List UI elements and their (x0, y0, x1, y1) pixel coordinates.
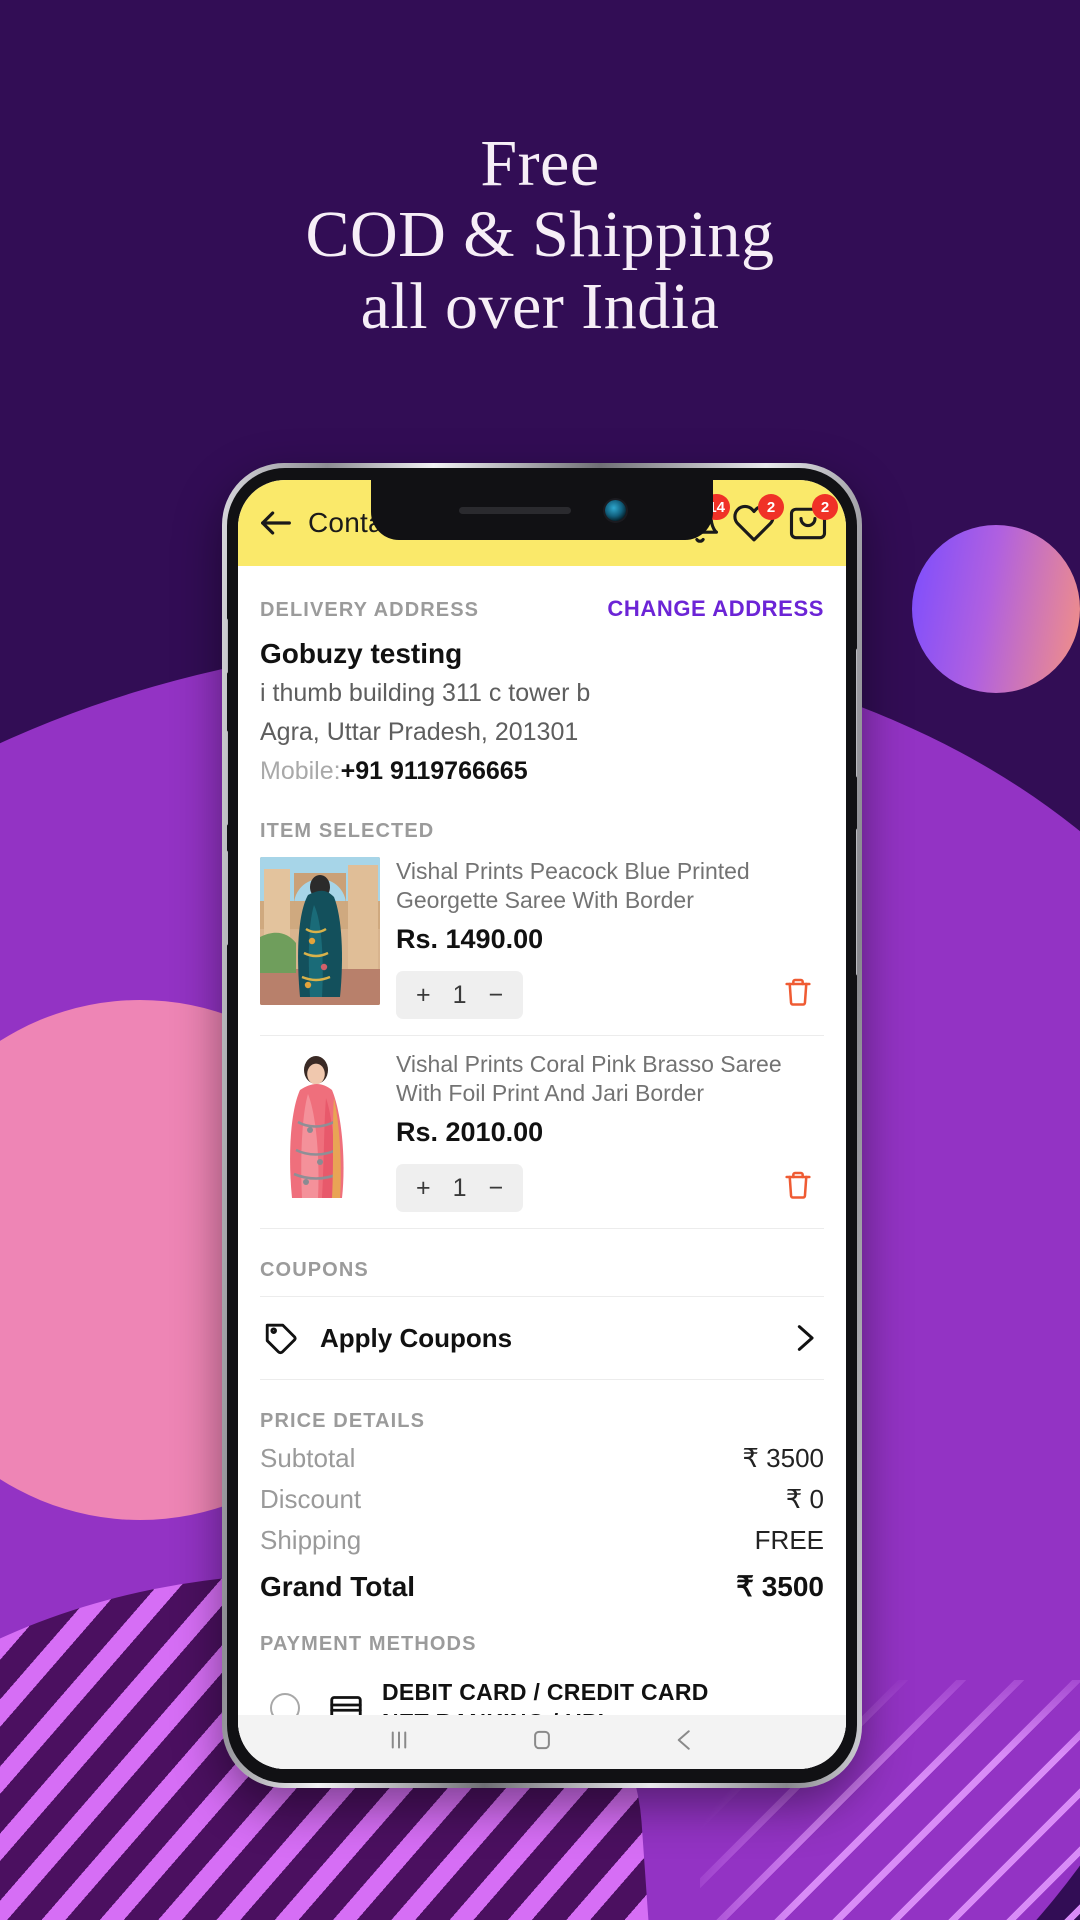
apply-coupons-label: Apply Coupons (320, 1322, 513, 1353)
delivery-address-header: DELIVERY ADDRESS CHANGE ADDRESS (260, 566, 824, 622)
decrease-quantity-button[interactable]: − (489, 982, 504, 1008)
phone-button-power (856, 648, 857, 778)
phone-button-bixby (227, 618, 228, 674)
back-arrow-icon[interactable] (256, 503, 296, 543)
coupons-label: COUPONS (260, 1259, 369, 1282)
phone-screen: Contact Details 14 (238, 480, 846, 1769)
price-row-grand-total: Grand Total ₹ 3500 (260, 1570, 824, 1603)
phone-notch (371, 480, 713, 540)
delivery-mobile-label: Mobile: (260, 757, 341, 785)
delivery-mobile: Mobile:+91 9119766665 (260, 757, 824, 786)
quantity-stepper[interactable]: + 1 − (396, 971, 524, 1020)
quantity-stepper[interactable]: + 1 − (396, 1164, 524, 1213)
promo-headline: Free COD & Shipping all over India (0, 128, 1080, 342)
product-price: Rs. 1490.00 (396, 924, 544, 955)
product-price: Rs. 2010.00 (396, 1117, 544, 1148)
delivery-address-label: DELIVERY ADDRESS (260, 599, 480, 621)
phone-button-side (856, 828, 857, 976)
grand-total-value: ₹ 3500 (736, 1571, 824, 1603)
phone-button-vol-up (227, 730, 228, 826)
trash-icon[interactable] (782, 976, 814, 1014)
delivery-address-line2: Agra, Uttar Pradesh, 201301 (260, 717, 579, 746)
price-value: ₹ 3500 (742, 1443, 824, 1474)
price-details-label: PRICE DETAILS (260, 1410, 426, 1433)
price-label: Subtotal (260, 1443, 356, 1474)
increase-quantity-button[interactable]: + (416, 982, 431, 1008)
delivery-mobile-value: +91 9119766665 (340, 757, 528, 785)
price-label: Shipping (260, 1525, 362, 1556)
promo-headline-line2: COD & Shipping (305, 198, 775, 272)
payment-methods-label: PAYMENT METHODS (260, 1633, 477, 1656)
price-row-discount: Discount ₹ 0 (260, 1484, 824, 1515)
product-image[interactable] (260, 1050, 380, 1199)
home-icon[interactable] (527, 1725, 557, 1760)
earpiece-speaker (458, 506, 571, 514)
decrease-quantity-button[interactable]: − (489, 1175, 504, 1201)
payment-option-line1: DEBIT CARD / CREDIT CARD (382, 1679, 709, 1706)
promo-headline-line3: all over India (360, 269, 720, 343)
promo-headline-line1: Free (480, 127, 600, 200)
product-title: Vishal Prints Peacock Blue Printed Georg… (396, 858, 750, 913)
quantity-value: 1 (452, 1173, 467, 1202)
phone-mockup: Contact Details 14 (222, 463, 862, 1788)
phone-button-vol-dn (227, 850, 228, 946)
tag-icon (262, 1319, 300, 1357)
cart-badge: 2 (812, 494, 838, 520)
product-controls: + 1 − (396, 1164, 824, 1213)
increase-quantity-button[interactable]: + (416, 1175, 431, 1201)
product-details: Vishal Prints Coral Pink Brasso Saree Wi… (380, 1050, 824, 1213)
wishlist-badge: 2 (758, 494, 784, 520)
product-title: Vishal Prints Coral Pink Brasso Saree Wi… (396, 1051, 782, 1106)
delivery-recipient-name: Gobuzy testing (260, 638, 463, 669)
product-controls: + 1 − (396, 971, 824, 1020)
price-row-shipping: Shipping FREE (260, 1525, 824, 1556)
apply-coupons-row[interactable]: Apply Coupons (260, 1296, 824, 1381)
product-image[interactable] (260, 857, 380, 1005)
cart-item-row[interactable]: Vishal Prints Peacock Blue Printed Georg… (260, 843, 824, 1037)
checkout-content[interactable]: DELIVERY ADDRESS CHANGE ADDRESS Gobuzy t… (238, 566, 846, 1769)
shopping-bag-icon[interactable]: 2 (786, 494, 838, 545)
trash-icon[interactable] (782, 1169, 814, 1207)
promo-poster: Free COD & Shipping all over India Conta… (0, 0, 1080, 1920)
recents-icon[interactable] (384, 1725, 414, 1760)
price-label: Discount (260, 1484, 362, 1515)
delivery-address-line1: i thumb building 311 c tower b (260, 679, 591, 707)
grand-total-label: Grand Total (260, 1571, 416, 1603)
price-value: ₹ 0 (785, 1484, 824, 1515)
back-nav-icon[interactable] (670, 1725, 700, 1760)
wishlist-heart-icon[interactable]: 2 (732, 494, 784, 545)
android-navigation-bar (238, 1715, 846, 1769)
phone-bezel: Contact Details 14 (227, 468, 857, 1783)
price-value: FREE (754, 1525, 824, 1556)
gradient-orb-shape (912, 525, 1080, 693)
chevron-right-icon[interactable] (788, 1321, 822, 1355)
front-camera-icon (604, 499, 626, 521)
item-selected-label: ITEM SELECTED (260, 820, 435, 842)
quantity-value: 1 (452, 980, 467, 1009)
product-details: Vishal Prints Peacock Blue Printed Georg… (380, 857, 824, 1020)
cart-item-row[interactable]: Vishal Prints Coral Pink Brasso Saree Wi… (260, 1036, 824, 1230)
price-row-subtotal: Subtotal ₹ 3500 (260, 1443, 824, 1474)
change-address-link[interactable]: CHANGE ADDRESS (607, 596, 824, 622)
